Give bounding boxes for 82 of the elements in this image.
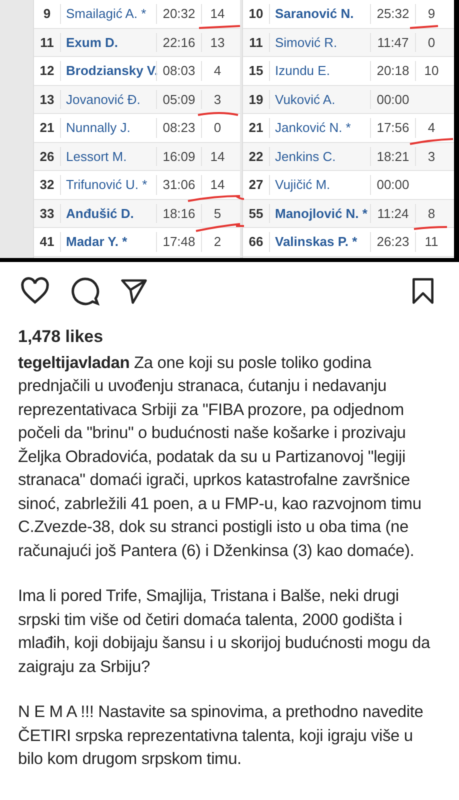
player-name[interactable]: Vujičić M. — [269, 175, 370, 194]
heart-icon[interactable] — [20, 277, 50, 305]
points: 14 — [201, 175, 233, 194]
pen-stroke — [198, 25, 240, 29]
jersey-number: 27 — [248, 176, 264, 194]
jersey-number: 26 — [38, 148, 56, 166]
player-name[interactable]: Anđušić D. — [60, 204, 156, 223]
jersey-number: 13 — [38, 90, 56, 108]
jersey-number: 9 — [42, 5, 52, 23]
minutes: 31:06 — [156, 175, 201, 194]
minutes: 18:21 — [370, 146, 415, 166]
jersey-number: 41 — [38, 233, 56, 251]
minutes: 25:32 — [370, 4, 415, 24]
likes-count[interactable]: 1,478 likes — [18, 324, 441, 350]
player-name[interactable]: Saranović N. — [269, 4, 370, 24]
points: 10 — [415, 61, 447, 80]
minutes: 11:47 — [370, 32, 415, 52]
pen-stroke — [198, 112, 238, 116]
points: 9 — [415, 4, 447, 24]
points: 4 — [415, 118, 447, 138]
player-name[interactable]: Smailagić A. * — [60, 4, 156, 24]
player-name[interactable]: Exum D. — [60, 32, 156, 52]
jersey-number: 19 — [248, 90, 264, 108]
player-name[interactable]: Izundu E. — [269, 61, 370, 80]
points: 14 — [201, 146, 233, 166]
caption-paragraph: N E M A !!! Nastavite sa spinovima, a prethodno navedite ČETIRI srpska reprezentativna talenta, koji igraju više u bilo kom drugom srpskom timu. — [18, 702, 424, 770]
jersey-number: 12 — [38, 62, 56, 80]
jersey-number: 10 — [248, 5, 264, 23]
player-name[interactable]: Valinskas P. * — [269, 232, 370, 252]
points: 5 — [201, 204, 233, 223]
points: 8 — [415, 204, 447, 223]
jersey-number: 15 — [248, 62, 264, 80]
points: 3 — [201, 90, 233, 109]
points: 0 — [201, 118, 233, 138]
player-name[interactable]: Lessort M. — [60, 146, 156, 166]
caption-paragraph: tegeltijavladan Za one koji su posle toliko godina prednjačili u uvođenju stranaca, ćutanju i nedavanju reprezentativaca Srbiji za "FIBA prozore, pa odjednom počeli da "brinu" o budućnosti naše košarke i prozivaju Željka Obradovića, podatak da su u Partizanovoj "legiji stranaca" domaći igrači, uprkos katastrofalne završnice sinoć, zabrležili 41 poen, a u FMP-u, kao razvojnom timu C.Zvezde-38, dok su stranci postigli isto u oba tima (ne računajući još Pantera (6) i Dženkinsa (3) kao domaće). — [18, 352, 422, 562]
minutes: 08:03 — [156, 61, 201, 80]
minutes: 08:23 — [156, 118, 201, 138]
player-name[interactable]: Jenkins C. — [269, 146, 370, 166]
player-name[interactable]: Vuković A. — [269, 90, 370, 109]
jersey-number: 66 — [248, 233, 264, 251]
minutes: 00:00 — [370, 175, 415, 194]
caption-paragraph: Ima li pored Trife, Smajlija, Tristana i Balše, neki drugi srpski tim više od četiri domaća talenta, 2000 godišta i mlađih, koji dobijaju šansu i u skorijoj budućnosti mogu da zaigraju za Srbiju? — [18, 586, 432, 678]
player-name[interactable]: Trifunović U. * — [60, 175, 156, 194]
points: 0 — [415, 32, 447, 52]
pen-stroke — [414, 226, 447, 230]
player-name[interactable]: Janković N. * — [269, 118, 370, 138]
player-name[interactable]: Madar Y. * — [60, 232, 156, 252]
comment-icon[interactable] — [70, 276, 100, 306]
minutes: 20:32 — [156, 4, 201, 24]
bookmark-icon[interactable] — [411, 277, 435, 305]
minutes: 11:24 — [370, 204, 415, 223]
minutes: 20:18 — [370, 61, 415, 80]
minutes: 22:16 — [156, 32, 201, 52]
jersey-number: 22 — [248, 148, 264, 166]
jersey-number: 21 — [38, 119, 56, 137]
player-name[interactable]: Simović R. — [269, 32, 370, 52]
player-name[interactable]: Manojlović N. * — [269, 204, 370, 223]
jersey-number: 55 — [248, 204, 264, 222]
minutes: 00:00 — [370, 90, 415, 109]
minutes: 17:48 — [156, 232, 201, 252]
minutes: 18:16 — [156, 204, 201, 223]
points: 11 — [415, 232, 447, 252]
points: 2 — [201, 232, 233, 252]
points: 3 — [415, 146, 447, 166]
pen-stroke — [410, 25, 438, 29]
pen-stroke — [410, 138, 454, 145]
minutes: 16:09 — [156, 146, 201, 166]
jersey-number: 21 — [248, 119, 264, 137]
points: 14 — [201, 4, 233, 24]
minutes: 26:23 — [370, 232, 415, 252]
jersey-number: 33 — [38, 204, 56, 222]
minutes: 17:56 — [370, 118, 415, 138]
jersey-number: 11 — [248, 34, 264, 52]
jersey-number: 32 — [38, 176, 56, 194]
minutes: 05:09 — [156, 90, 201, 109]
points: 4 — [201, 61, 233, 80]
player-name[interactable]: Nunnally J. — [60, 118, 156, 138]
jersey-number: 11 — [39, 34, 55, 52]
send-icon[interactable] — [120, 277, 148, 305]
points: 13 — [201, 32, 233, 52]
player-name[interactable]: Jovanović Đ. — [60, 90, 156, 109]
